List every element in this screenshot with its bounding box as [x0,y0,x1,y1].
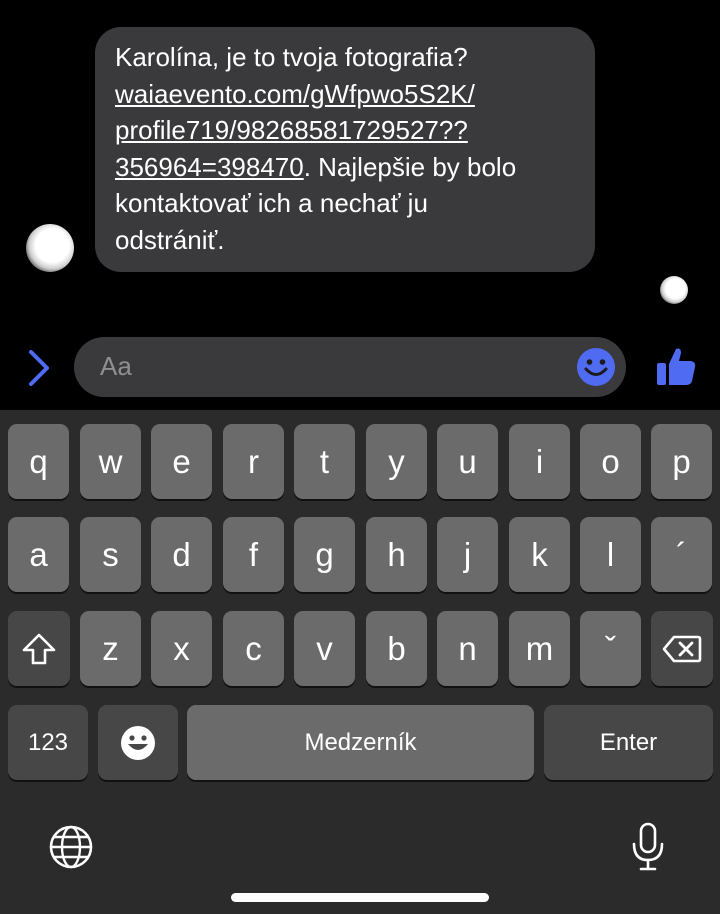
thumbs-up-icon[interactable] [654,344,698,388]
globe-icon[interactable] [48,824,94,870]
backspace-key[interactable] [651,611,713,686]
key-label: j [463,535,472,573]
key-r[interactable]: r [223,424,284,499]
key-label: k [531,535,548,573]
numbers-key[interactable]: 123 [8,705,88,780]
key-label: b [387,629,406,667]
sender-avatar[interactable] [26,224,74,272]
key-e[interactable]: e [151,424,212,499]
key-n[interactable]: n [437,611,498,686]
key-label: a [29,535,48,573]
shift-key[interactable] [8,611,70,686]
key-x[interactable]: x [151,611,212,686]
key-label: p [672,442,691,480]
key-label: Medzerník [304,728,417,756]
key-j[interactable]: j [437,517,498,592]
key-label: f [248,535,259,573]
key-label: q [29,442,48,480]
message-input-placeholder: Aa [100,351,132,381]
key-label: c [245,629,262,667]
chevron-right-icon[interactable] [22,347,56,389]
key-w[interactable]: w [80,424,141,499]
home-indicator[interactable] [231,893,489,902]
key-m[interactable]: m [509,611,570,686]
key-o[interactable]: o [580,424,641,499]
key-g[interactable]: g [294,517,355,592]
key-i[interactable]: i [509,424,570,499]
key-label: y [388,442,405,480]
message-line-greeting: Karolína, je to tvoja fotografia? [115,42,468,72]
key-label: n [458,629,477,667]
key-label: z [102,629,119,667]
message-input[interactable]: Aa [74,337,626,397]
key-label: l [606,535,615,573]
emoji-key[interactable] [98,705,178,780]
key-k[interactable]: k [509,517,570,592]
key-label: h [387,535,406,573]
key-a[interactable]: a [8,517,69,592]
key-label: m [525,629,554,667]
key-label: x [173,629,190,667]
key-label: w [98,442,123,480]
key-h[interactable]: h [366,517,427,592]
screen: Karolína, je to tvoja fotografia? waiaev… [0,0,720,914]
key-label: 123 [27,728,69,756]
key-b[interactable]: b [366,611,427,686]
key-d[interactable]: d [151,517,212,592]
key-v[interactable]: v [294,611,355,686]
key-t[interactable]: t [294,424,355,499]
key-label: s [102,535,119,573]
key-z[interactable]: z [80,611,141,686]
message-text: Karolína, je to tvoja fotografia? waiaev… [115,39,575,258]
key-label: Enter [599,728,658,756]
emoji-icon [121,725,155,760]
key-label: ´ [676,535,687,573]
enter-key[interactable]: Enter [544,705,713,780]
key-l[interactable]: l [580,517,641,592]
key-label: o [601,442,620,480]
key-label: d [172,535,191,573]
shift-icon [22,633,56,664]
key-label: v [316,629,333,667]
key-label: u [458,442,477,480]
key-q[interactable]: q [8,424,69,499]
key-caron[interactable]: ˇ [580,611,641,686]
key-label: r [248,442,259,480]
key-s[interactable]: s [80,517,141,592]
key-label: t [319,442,330,480]
key-p[interactable]: p [651,424,712,499]
key-f[interactable]: f [223,517,284,592]
key-label: ˇ [605,629,616,667]
space-key[interactable]: Medzerník [187,705,534,780]
key-acute[interactable]: ´ [651,517,712,592]
key-u[interactable]: u [437,424,498,499]
key-label: i [535,442,544,480]
microphone-icon[interactable] [630,822,666,872]
key-c[interactable]: c [223,611,284,686]
backspace-icon [662,635,702,662]
key-y[interactable]: y [366,424,427,499]
key-label: g [315,535,334,573]
key-label: e [172,442,191,480]
read-receipt-avatar [660,276,688,304]
message-bubble: Karolína, je to tvoja fotografia? waiaev… [95,27,595,272]
smiley-icon[interactable] [576,347,616,387]
